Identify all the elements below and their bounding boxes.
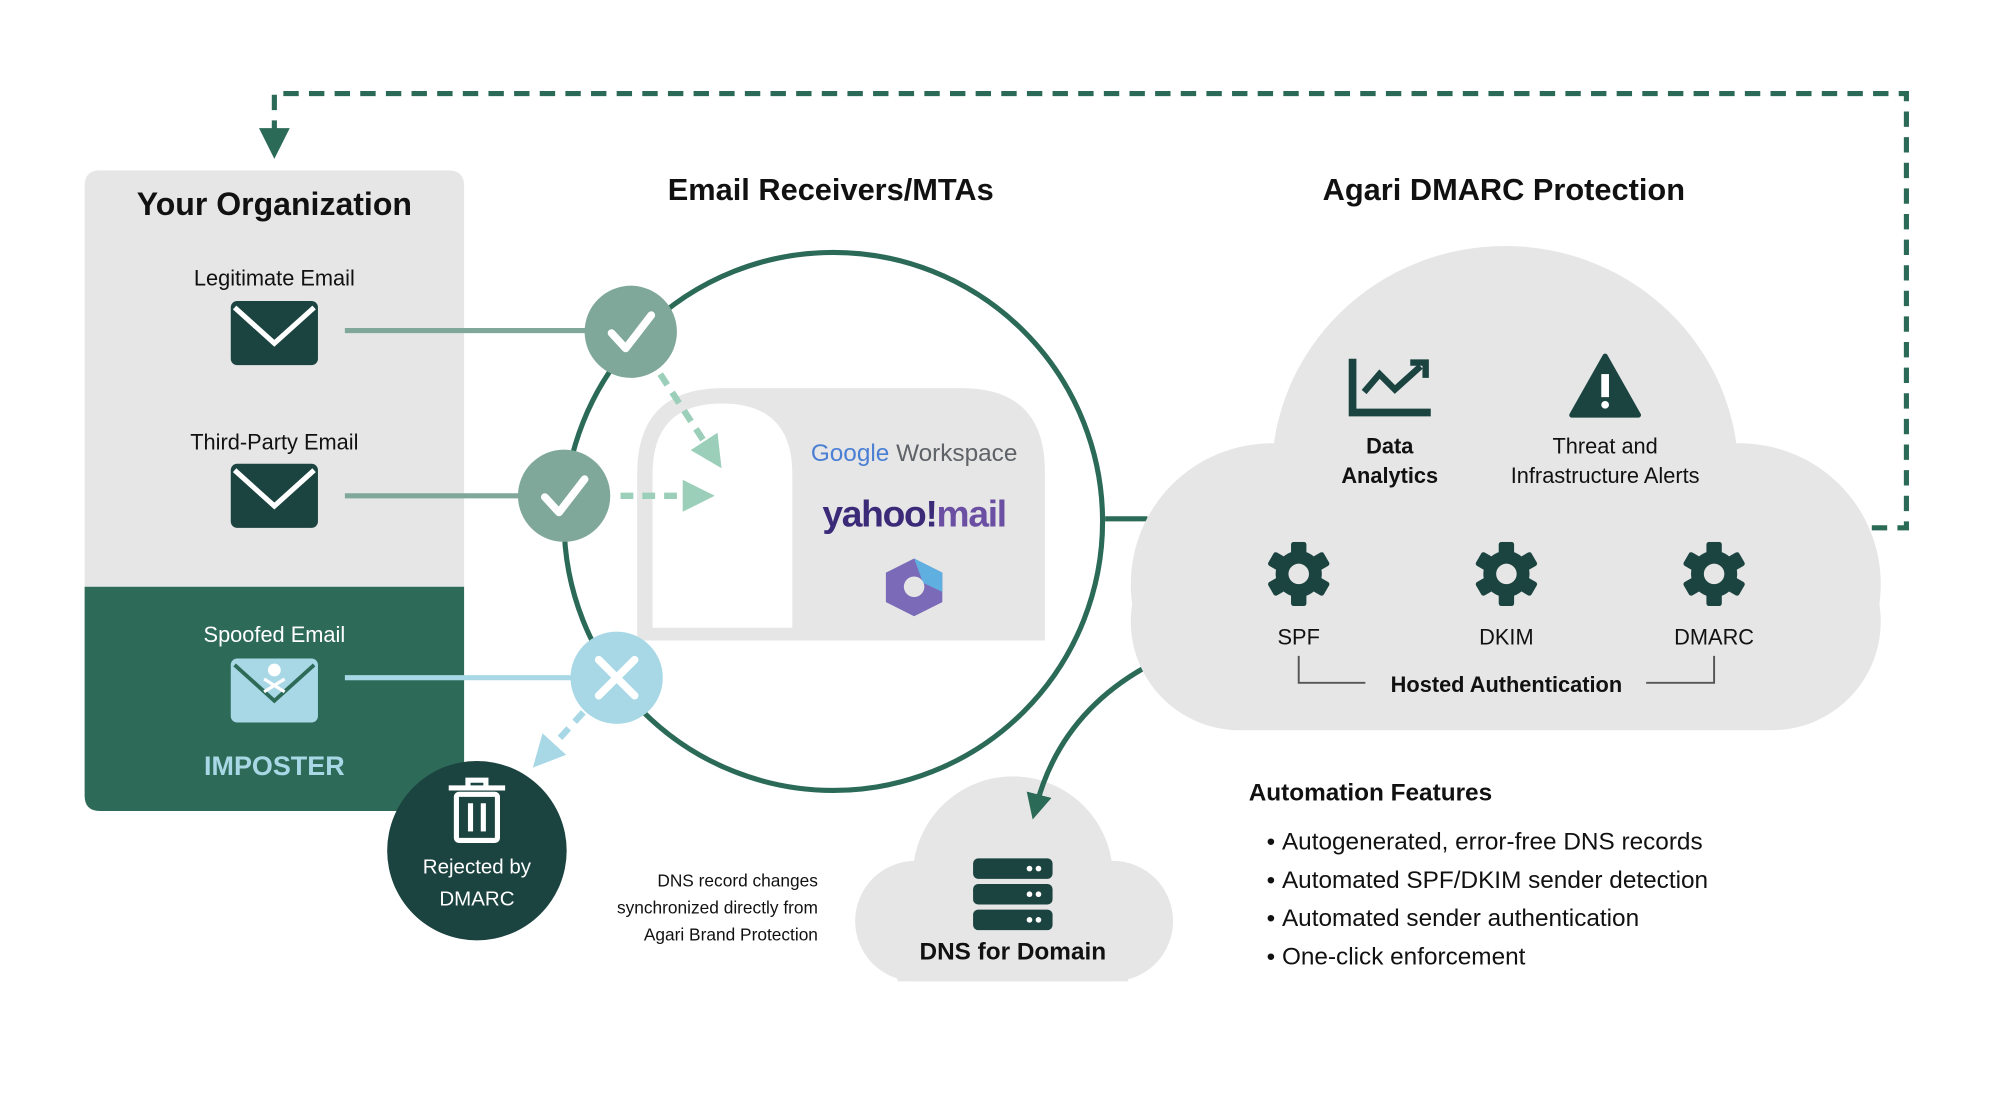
check-circle-legitimate <box>584 285 677 378</box>
google-workspace-logo: Google Workspace <box>811 440 1018 467</box>
agari-cloud <box>1130 245 1881 731</box>
list-item: • Automated SPF/DKIM sender detection <box>1267 867 1708 894</box>
list-item: • Autogenerated, error-free DNS records <box>1267 828 1703 855</box>
note-line: synchronized directly from <box>617 897 818 917</box>
third-party-email-label: Third-Party Email <box>190 430 358 455</box>
data-analytics-label: Data <box>1366 434 1414 459</box>
rejected-label-line2: DMARC <box>439 888 514 911</box>
google-text: Google <box>811 440 889 467</box>
alerts-label: Infrastructure Alerts <box>1511 463 1700 488</box>
dns-label: DNS for Domain <box>920 939 1107 966</box>
organization-title: Your Organization <box>137 186 412 222</box>
envelope-icon <box>230 463 318 528</box>
yahoo-mail-logo: yahoo!mail <box>822 493 1005 535</box>
spoofed-email-label: Spoofed Email <box>204 622 346 647</box>
check-circle-third-party <box>517 449 611 542</box>
dmarc-label: DMARC <box>1674 624 1754 649</box>
automation-title: Automation Features <box>1249 780 1492 807</box>
hosted-authentication-label: Hosted Authentication <box>1391 672 1622 697</box>
reject-circle-spoofed <box>570 631 663 724</box>
rejected-arrow <box>532 710 586 768</box>
data-analytics-label: Analytics <box>1341 463 1438 488</box>
note-line: DNS record changes <box>657 871 818 891</box>
spf-label: SPF <box>1278 624 1320 649</box>
agari-title: Agari DMARC Protection <box>1323 172 1685 207</box>
rejected-label-line1: Rejected by <box>423 856 532 879</box>
imposter-label: IMPOSTER <box>204 751 345 781</box>
alerts-label: Threat and <box>1552 434 1657 459</box>
organization-panel: Your Organization Legitimate Email Third… <box>84 170 465 811</box>
dmarc-diagram: Your Organization Legitimate Email Third… <box>84 90 1909 982</box>
legitimate-email-label: Legitimate Email <box>194 266 355 291</box>
server-icon <box>973 858 1053 931</box>
automation-list: • Autogenerated, error-free DNS records … <box>1267 828 1708 970</box>
list-item: • Automated sender authentication <box>1267 905 1639 932</box>
envelope-icon <box>230 301 318 366</box>
list-item: • One-click enforcement <box>1267 944 1526 971</box>
dns-sync-note: DNS record changes synchronized directly… <box>617 871 818 945</box>
workspace-text: Workspace <box>896 440 1017 467</box>
yahoo-text: yahoo! <box>822 493 936 535</box>
rejected-by-dmarc: Rejected by DMARC <box>387 760 567 941</box>
spoofed-envelope-skull-icon <box>230 658 318 723</box>
receivers-title: Email Receivers/MTAs <box>668 172 994 207</box>
note-line: Agari Brand Protection <box>644 924 818 944</box>
dkim-label: DKIM <box>1479 624 1533 649</box>
mail-text: mail <box>937 493 1006 535</box>
